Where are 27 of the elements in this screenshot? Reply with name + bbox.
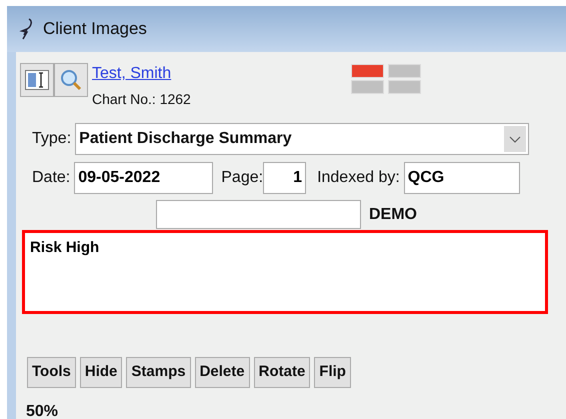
indexed-by-label: Indexed by: <box>317 168 400 188</box>
text-field[interactable] <box>156 200 361 229</box>
type-label: Type: <box>32 129 72 149</box>
text-cursor-icon <box>25 70 49 90</box>
type-dropdown[interactable]: Patient Discharge Summary <box>75 123 530 155</box>
toolbar-button[interactable]: Stamps <box>126 357 191 388</box>
patient-name-link[interactable]: Test, Smith <box>92 65 172 82</box>
toolbar-button[interactable]: Hide <box>80 357 122 388</box>
chart-number: Chart No.: 1262 <box>92 90 191 109</box>
window-title: Client Images <box>43 18 147 40</box>
toolbar-button[interactable]: Rotate <box>254 357 310 388</box>
page-label: Page: <box>221 168 264 188</box>
search-button[interactable] <box>54 63 88 97</box>
date-label: Date: <box>32 168 70 188</box>
zoom-percentage: 50% <box>26 402 58 419</box>
demo-label: DEMO <box>369 204 417 224</box>
toolbar-button[interactable]: Tools <box>27 357 76 388</box>
notes-field[interactable]: Risk High <box>22 230 548 314</box>
date-field[interactable]: 09-05-2022 <box>74 162 214 194</box>
magnifier-icon <box>59 68 83 92</box>
feather-icon <box>19 17 33 41</box>
indexed-by-field[interactable]: QCG <box>404 162 520 194</box>
index-button[interactable] <box>20 63 54 97</box>
toolbar-button[interactable]: Delete <box>194 357 250 388</box>
page-field[interactable]: 1 <box>263 162 306 194</box>
toolbar-button[interactable]: Flip <box>314 357 351 388</box>
chevron-down-icon <box>504 126 526 152</box>
